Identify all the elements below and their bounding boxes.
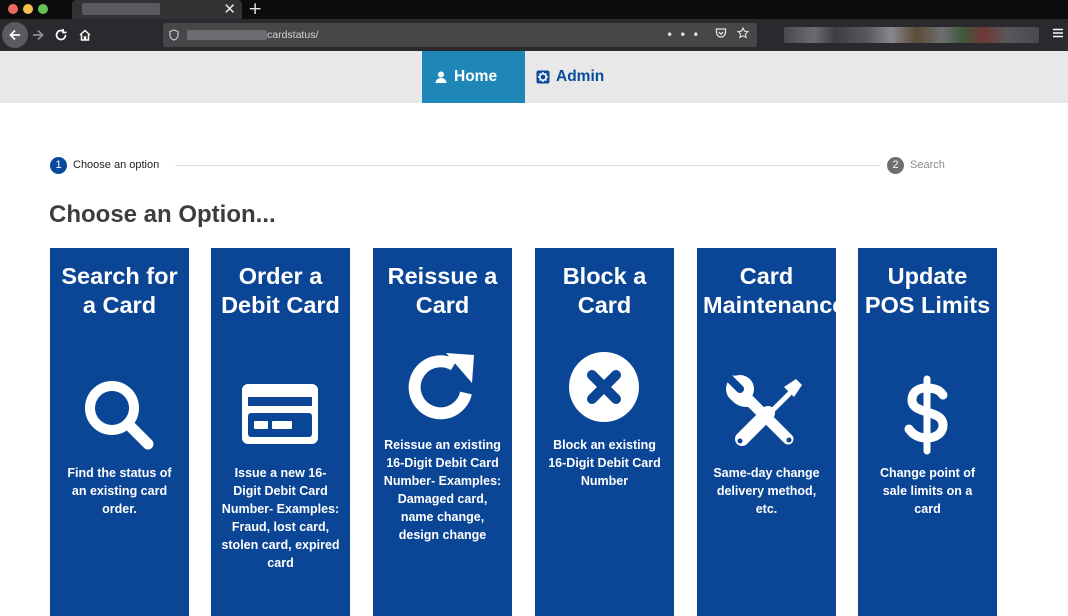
card-maintenance[interactable]: Card Maintenance Same-day change deliver…	[697, 248, 846, 616]
card-description: Change point of sale limits on a card	[879, 466, 976, 516]
card-description: Issue a new 16-Digit Debit Card Number- …	[221, 466, 340, 570]
bookmark-star-icon[interactable]	[736, 26, 750, 42]
card-description: Reissue an existing 16-Digit Debit Card …	[383, 438, 502, 542]
tools-icon	[726, 375, 802, 446]
card-title: Block a Card	[562, 263, 647, 318]
card-order[interactable]: Order a Debit Card Issue a new 16-Digit …	[211, 248, 350, 616]
url-actions: •••	[666, 23, 750, 47]
card-title: Search for a Card	[61, 263, 178, 318]
nav-admin[interactable]: Admin	[525, 51, 635, 103]
more-icon[interactable]: •••	[666, 28, 705, 42]
pocket-icon[interactable]	[715, 28, 737, 42]
step-2-badge: 2	[887, 157, 904, 174]
card-search[interactable]: Search for a Card Find the status of an …	[50, 248, 189, 616]
new-tab-button[interactable]: +	[248, 0, 262, 18]
nav-home-label: Home	[454, 68, 498, 85]
redo-icon	[408, 353, 474, 420]
shield-icon[interactable]	[169, 23, 179, 50]
page-title: Choose an Option...	[49, 201, 276, 228]
menu-icon[interactable]	[1052, 19, 1064, 51]
home-icon[interactable]	[72, 22, 98, 48]
card-block[interactable]: Block a Card Block an existing 16-Digit …	[535, 248, 674, 616]
step-1-label: Choose an option	[73, 159, 160, 171]
nav-home[interactable]: Home	[422, 51, 525, 103]
step-1-badge: 1	[50, 157, 67, 174]
url-text[interactable]: cardstatus/	[267, 23, 318, 47]
dollar-icon	[904, 375, 948, 455]
card-pos-limits[interactable]: Update POS Limits Change point of sale l…	[858, 248, 997, 616]
app-nav-bar: Home Admin	[0, 51, 1068, 103]
extensions-redacted	[784, 27, 1039, 43]
card-title: Update POS Limits	[864, 263, 991, 318]
stepper-line	[175, 165, 880, 166]
card-description: Block an existing 16-Digit Debit Card Nu…	[548, 438, 661, 488]
search-icon	[85, 381, 154, 450]
window-zoom-button[interactable]	[38, 4, 48, 14]
card-reissue[interactable]: Reissue a Card Reissue an existing 16-Di…	[373, 248, 512, 616]
card-description: Same-day change delivery method, etc.	[713, 466, 820, 516]
credit-card-icon	[242, 384, 318, 444]
tab-title-redacted	[82, 3, 160, 15]
card-description: Find the status of an existing card orde…	[67, 466, 172, 516]
browser-tab-strip: ✕ +	[0, 0, 1068, 19]
reload-icon[interactable]	[48, 22, 74, 48]
user-icon	[435, 71, 447, 83]
card-title: Reissue a Card	[387, 263, 498, 318]
browser-tab[interactable]: ✕	[72, 0, 242, 19]
window-minimize-button[interactable]	[23, 4, 33, 14]
card-title: Order a Debit Card	[221, 263, 340, 318]
tab-close-icon[interactable]: ✕	[223, 0, 236, 19]
step-2-label: Search	[910, 159, 945, 171]
card-title: Card Maintenance	[703, 263, 846, 318]
nav-admin-label: Admin	[556, 68, 605, 85]
browser-toolbar: cardstatus/ •••	[0, 19, 1068, 51]
url-redacted	[187, 30, 267, 40]
block-x-icon	[569, 352, 639, 422]
address-bar[interactable]: cardstatus/ •••	[163, 23, 757, 47]
cog-icon	[536, 70, 550, 84]
window-close-button[interactable]	[8, 4, 18, 14]
